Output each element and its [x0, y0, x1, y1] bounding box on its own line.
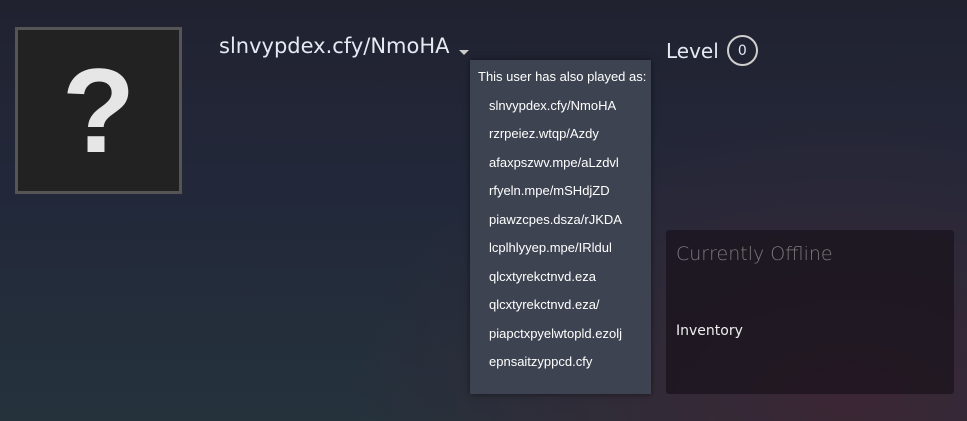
alias-item[interactable]: qlcxtyrekctnvd.eza [489, 269, 596, 284]
alias-item[interactable]: rfyeln.mpe/mSHdjZD [489, 183, 610, 198]
profile-name-dropdown[interactable]: slnvypdex.cfy/NmoHA [219, 34, 469, 58]
caret-down-icon [458, 49, 469, 55]
level-badge: 0 [726, 35, 758, 66]
status-panel: Currently Offline Inventory [666, 230, 954, 394]
aliases-dropdown: This user has also played as: slnvypdex.… [470, 60, 651, 394]
alias-item[interactable]: piapctxpyelwtopld.ezolj [489, 326, 622, 341]
level-display: Level 0 [666, 35, 758, 66]
aliases-header: This user has also played as: [478, 69, 647, 84]
alias-item[interactable]: lcplhlyyep.mpe/IRldul [489, 240, 612, 255]
alias-item[interactable]: qlcxtyrekctnvd.eza/ [489, 297, 600, 312]
alias-item[interactable]: afaxpszwv.mpe/aLzdvl [489, 155, 619, 170]
alias-item[interactable]: slnvypdex.cfy/NmoHA [489, 98, 616, 113]
profile-name: slnvypdex.cfy/NmoHA [219, 34, 450, 58]
alias-item[interactable]: rzrpeiez.wtqp/Azdy [489, 126, 599, 141]
inventory-link[interactable]: Inventory [676, 323, 743, 339]
level-label: Level [666, 38, 719, 63]
avatar: ? [15, 27, 182, 194]
question-mark-icon: ? [61, 43, 136, 178]
alias-item[interactable]: epnsaitzyppcd.cfy [489, 354, 592, 369]
alias-item[interactable]: piawzcpes.dsza/rJKDA [489, 212, 622, 227]
online-status: Currently Offline [676, 243, 833, 265]
